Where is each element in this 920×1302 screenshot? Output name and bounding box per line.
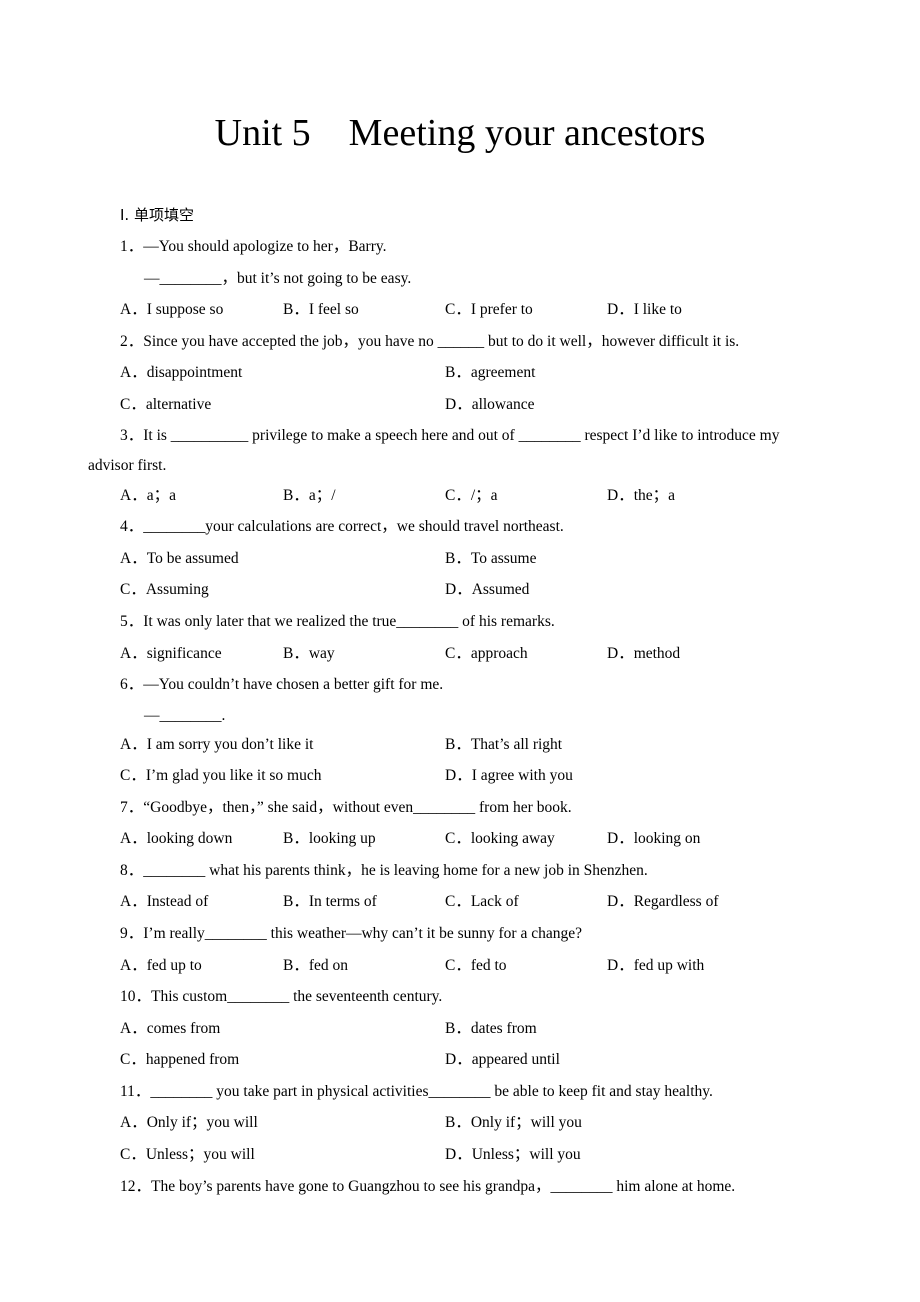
question-10-option-a[interactable]: A．comes from xyxy=(120,1019,220,1039)
question-7-option-a[interactable]: A．looking down xyxy=(120,829,232,849)
question-5-option-d[interactable]: D．method xyxy=(607,644,680,664)
question-2-option-a[interactable]: A．disappointment xyxy=(120,363,242,383)
question-9-option-d[interactable]: D．fed up with xyxy=(607,956,704,976)
question-4-option-b[interactable]: B．To assume xyxy=(445,549,536,569)
question-9-option-c[interactable]: C．fed to xyxy=(445,956,507,976)
question-10-option-b[interactable]: B．dates from xyxy=(445,1019,537,1039)
question-8-stem: 8．________ what his parents think，he is … xyxy=(120,862,648,879)
question-6-option-d[interactable]: D．I agree with you xyxy=(445,766,573,786)
question-7-option-c[interactable]: C．looking away xyxy=(445,829,555,849)
question-3-option-a[interactable]: A．a；a xyxy=(120,486,176,506)
question-7-option-d[interactable]: D．looking on xyxy=(607,829,700,849)
question-6-reply: —________. xyxy=(144,707,226,724)
question-4-option-d[interactable]: D．Assumed xyxy=(445,580,529,600)
question-6-option-a[interactable]: A．I am sorry you don’t like it xyxy=(120,735,313,755)
question-8-option-a[interactable]: A．Instead of xyxy=(120,892,208,912)
section-heading: I. 单项填空 xyxy=(120,206,194,224)
question-1-option-b[interactable]: B．I feel so xyxy=(283,300,359,320)
question-2-option-b[interactable]: B．agreement xyxy=(445,363,535,383)
question-1-option-c[interactable]: C．I prefer to xyxy=(445,300,533,320)
question-1-option-d[interactable]: D．I like to xyxy=(607,300,682,320)
question-3-option-b[interactable]: B．a；/ xyxy=(283,486,336,506)
question-7-stem: 7．“Goodbye，then，” she said，without even_… xyxy=(120,799,572,816)
question-1-option-a[interactable]: A．I suppose so xyxy=(120,300,223,320)
question-7-option-b[interactable]: B．looking up xyxy=(283,829,376,849)
question-4-option-c[interactable]: C．Assuming xyxy=(120,580,209,600)
question-9-option-b[interactable]: B．fed on xyxy=(283,956,348,976)
question-4-stem: 4．________your calculations are correct，… xyxy=(120,518,564,535)
question-3-option-c[interactable]: C．/；a xyxy=(445,486,498,506)
question-11-option-c[interactable]: C．Unless；you will xyxy=(120,1145,255,1165)
question-5-option-b[interactable]: B．way xyxy=(283,644,335,664)
question-10-option-d[interactable]: D．appeared until xyxy=(445,1050,560,1070)
question-8-option-b[interactable]: B．In terms of xyxy=(283,892,377,912)
question-11-option-b[interactable]: B．Only if；will you xyxy=(445,1113,582,1133)
question-8-option-c[interactable]: C．Lack of xyxy=(445,892,519,912)
question-4-option-a[interactable]: A．To be assumed xyxy=(120,549,239,569)
question-2-option-d[interactable]: D．allowance xyxy=(445,395,535,415)
question-5-stem: 5．It was only later that we realized the… xyxy=(120,613,555,630)
question-12-stem: 12．The boy’s parents have gone to Guangz… xyxy=(120,1178,736,1195)
question-3-stem: 3．It is __________ privilege to make a s… xyxy=(120,427,780,444)
question-3-option-d[interactable]: D．the；a xyxy=(607,486,675,506)
question-8-option-d[interactable]: D．Regardless of xyxy=(607,892,719,912)
question-11-option-a[interactable]: A．Only if；you will xyxy=(120,1113,258,1133)
question-1-reply: —________，but it’s not going to be easy. xyxy=(144,270,412,287)
question-1-stem: 1．—You should apologize to her，Barry. xyxy=(120,238,387,255)
question-11-stem: 11．________ you take part in physical ac… xyxy=(120,1083,713,1100)
question-10-stem: 10．This custom________ the seventeenth c… xyxy=(120,988,443,1005)
question-9-stem: 9．I’m really________ this weather—why ca… xyxy=(120,925,582,942)
question-9-option-a[interactable]: A．fed up to xyxy=(120,956,202,976)
question-6-option-c[interactable]: C．I’m glad you like it so much xyxy=(120,766,321,786)
question-10-option-c[interactable]: C．happened from xyxy=(120,1050,239,1070)
page-title: Unit 5 Meeting your ancestors xyxy=(214,112,706,154)
question-5-option-a[interactable]: A．significance xyxy=(120,644,222,664)
question-2-option-c[interactable]: C．alternative xyxy=(120,395,211,415)
question-5-option-c[interactable]: C．approach xyxy=(445,644,528,664)
question-3-stem-continued: advisor first. xyxy=(88,457,167,474)
question-6-stem: 6．—You couldn’t have chosen a better gif… xyxy=(120,676,444,693)
question-2-stem: 2．Since you have accepted the job，you ha… xyxy=(120,333,740,350)
question-6-option-b[interactable]: B．That’s all right xyxy=(445,735,562,755)
question-11-option-d[interactable]: D．Unless；will you xyxy=(445,1145,581,1165)
